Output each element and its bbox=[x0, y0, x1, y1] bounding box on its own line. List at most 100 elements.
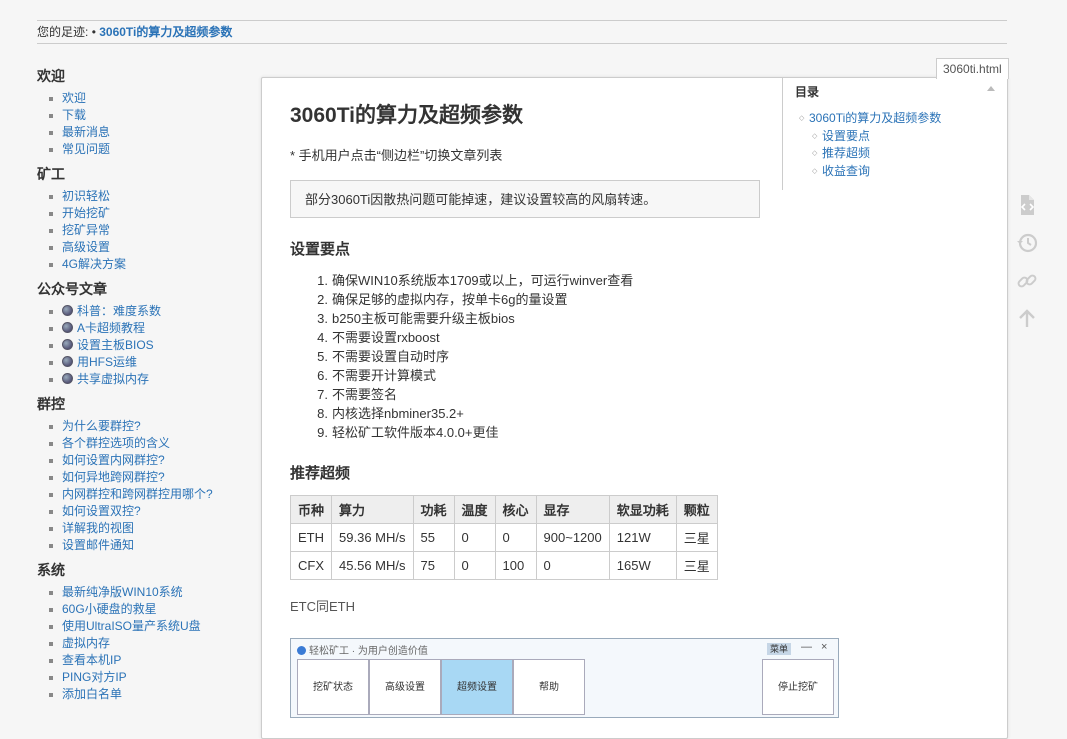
sidebar-item[interactable]: 为什么要群控? bbox=[37, 418, 247, 435]
sidebar-item[interactable]: 4G解决方案 bbox=[37, 256, 247, 273]
toc-item[interactable]: 3060Ti的算力及超频参数 bbox=[799, 110, 941, 128]
sidebar-item[interactable]: 详解我的视图 bbox=[37, 520, 247, 537]
page-title: 3060Ti的算力及超频参数 bbox=[290, 104, 523, 127]
sidebar-link[interactable]: 为什么要群控? bbox=[62, 419, 141, 433]
sidebar-link[interactable]: 如何异地跨网群控? bbox=[62, 470, 165, 484]
table-cell: 三星 bbox=[675, 551, 718, 580]
sidebar-link[interactable]: 各个群控选项的含义 bbox=[62, 436, 170, 450]
breadcrumb-label: 您的足迹: bbox=[37, 25, 89, 39]
sidebar-section: 公众号文章 科普：难度系数 A卡超频教程 设置主板BIOS 用HFS运维 共享虚拟内存 bbox=[37, 281, 247, 388]
section-heading-overclock: 推荐超频 bbox=[290, 465, 351, 482]
sidebar-item[interactable]: 科普：难度系数 bbox=[37, 303, 247, 320]
sidebar-item[interactable]: 共享虚拟内存 bbox=[37, 371, 247, 388]
show-source-icon[interactable] bbox=[1015, 193, 1039, 217]
list-number: 5. bbox=[317, 349, 328, 364]
toc-item[interactable]: 推荐超频 bbox=[812, 145, 941, 163]
sidebar-link[interactable]: 初识轻松 bbox=[62, 189, 110, 203]
sidebar-link[interactable]: 添加白名单 bbox=[62, 687, 122, 701]
app-close-icon: × bbox=[821, 641, 828, 653]
toc-item[interactable]: 设置要点 bbox=[812, 128, 941, 146]
sidebar-link[interactable]: 常见问题 bbox=[62, 142, 110, 156]
settings-list-item: 8. 内核选择nbminer35.2+ bbox=[290, 404, 770, 423]
toc-collapse-icon[interactable] bbox=[987, 86, 995, 91]
table-header-cell: 币种 bbox=[289, 495, 333, 524]
sidebar-link[interactable]: 用HFS运维 bbox=[77, 355, 137, 369]
sidebar-link[interactable]: 设置邮件通知 bbox=[62, 538, 134, 552]
sidebar-item[interactable]: 高级设置 bbox=[37, 239, 247, 256]
toc-link[interactable]: 设置要点 bbox=[822, 129, 870, 143]
settings-list-item: 6. 不需要开计算模式 bbox=[290, 366, 770, 385]
sidebar-item[interactable]: 欢迎 bbox=[37, 90, 247, 107]
overclock-table: 币种 算力 功耗 温度 核心 显存 软显功耗 颗粒 ETH 59.36 MH/s 55 0 0 900~… bbox=[289, 495, 718, 580]
sidebar-item[interactable]: 如何异地跨网群控? bbox=[37, 469, 247, 486]
toc-heading: 目录 bbox=[795, 85, 820, 99]
sidebar-link[interactable]: 设置主板BIOS bbox=[77, 338, 154, 352]
sidebar-item[interactable]: 挖矿异常 bbox=[37, 222, 247, 239]
sidebar-item[interactable]: 添加白名单 bbox=[37, 686, 247, 703]
settings-list-item: 2. 确保足够的虚拟内存，按单卡6g的量设置 bbox=[290, 290, 770, 309]
sidebar-link[interactable]: 最新纯净版WIN10系统 bbox=[62, 585, 183, 599]
sidebar-link[interactable]: 最新消息 bbox=[62, 125, 110, 139]
sidebar-item[interactable]: 使用UltraISO量产系统U盘 bbox=[37, 618, 247, 635]
sidebar-item[interactable]: 60G小硬盘的救星 bbox=[37, 601, 247, 618]
sidebar-link[interactable]: A卡超频教程 bbox=[77, 321, 145, 335]
sidebar-link[interactable]: 查看本机IP bbox=[62, 653, 121, 667]
sidebar-item[interactable]: 设置主板BIOS bbox=[37, 337, 247, 354]
sidebar-item[interactable]: 最新消息 bbox=[37, 124, 247, 141]
article: 3060Ti的算力及超频参数 * 手机用户点击“侧边栏”切换文章列表 部分306… bbox=[289, 96, 770, 615]
sidebar-link[interactable]: 开始挖矿 bbox=[62, 206, 110, 220]
sidebar-item[interactable]: 内网群控和跨网群控用哪个? bbox=[37, 486, 247, 503]
app-tab-help: 帮助 bbox=[513, 659, 585, 715]
sidebar-item[interactable]: 设置邮件通知 bbox=[37, 537, 247, 554]
sidebar-item[interactable]: A卡超频教程 bbox=[37, 320, 247, 337]
app-stop-mining-button: 停止挖矿 bbox=[762, 659, 834, 715]
sidebar-item[interactable]: 初识轻松 bbox=[37, 188, 247, 205]
breadcrumb-current-link[interactable]: 3060Ti的算力及超频参数 bbox=[99, 25, 232, 39]
settings-list: 1. 确保WIN10系统版本1709或以上，可运行winver查看 2. 确保足够的虚… bbox=[290, 271, 770, 442]
sidebar-link[interactable]: 科普：难度系数 bbox=[77, 304, 161, 318]
sidebar-heading: 群控 bbox=[37, 396, 65, 412]
sidebar-link[interactable]: 下载 bbox=[62, 108, 86, 122]
sidebar-item[interactable]: 各个群控选项的含义 bbox=[37, 435, 247, 452]
sidebar-link[interactable]: 挖矿异常 bbox=[62, 223, 110, 237]
sidebar-link[interactable]: 60G小硬盘的救星 bbox=[62, 602, 157, 616]
sidebar-item[interactable]: 常见问题 bbox=[37, 141, 247, 158]
toc-link[interactable]: 推荐超频 bbox=[822, 146, 870, 160]
list-number: 6. bbox=[317, 368, 328, 383]
sidebar-link[interactable]: 如何设置内网群控? bbox=[62, 453, 165, 467]
sidebar-item[interactable]: 用HFS运维 bbox=[37, 354, 247, 371]
sidebar-item[interactable]: PING对方IP bbox=[37, 669, 247, 686]
sidebar-item[interactable]: 开始挖矿 bbox=[37, 205, 247, 222]
sidebar-item[interactable]: 下载 bbox=[37, 107, 247, 124]
toc-item[interactable]: 收益查询 bbox=[812, 163, 941, 181]
sidebar-list: 科普：难度系数 A卡超频教程 设置主板BIOS 用HFS运维 共享虚拟内存 bbox=[37, 303, 247, 388]
sidebar-item[interactable]: 虚拟内存 bbox=[37, 635, 247, 652]
sidebar-link[interactable]: 如何设置双控? bbox=[62, 504, 141, 518]
list-text: 不需要签名 bbox=[332, 387, 398, 402]
sidebar-item[interactable]: 如何设置双控? bbox=[37, 503, 247, 520]
toc-link[interactable]: 3060Ti的算力及超频参数 bbox=[809, 111, 941, 125]
sidebar-link[interactable]: 共享虚拟内存 bbox=[77, 372, 149, 386]
list-number: 3. bbox=[317, 311, 328, 326]
sidebar-list: 初识轻松开始挖矿挖矿异常高级设置 4G解决方案 bbox=[37, 188, 247, 273]
sidebar-link[interactable]: PING对方IP bbox=[62, 670, 127, 684]
toc-link[interactable]: 收益查询 bbox=[822, 164, 870, 178]
back-to-top-icon[interactable] bbox=[1015, 307, 1039, 331]
sidebar-item[interactable]: 最新纯净版WIN10系统 bbox=[37, 584, 247, 601]
backlinks-icon[interactable] bbox=[1015, 269, 1039, 293]
sidebar-link[interactable]: 虚拟内存 bbox=[62, 636, 110, 650]
sidebar-item[interactable]: 查看本机IP bbox=[37, 652, 247, 669]
old-revisions-icon[interactable] bbox=[1015, 231, 1039, 255]
sidebar-link[interactable]: 使用UltraISO量产系统U盘 bbox=[62, 619, 201, 633]
settings-list-item: 5. 不需要设置自动时序 bbox=[290, 347, 770, 366]
sidebar-link[interactable]: 高级设置 bbox=[62, 240, 110, 254]
table-row: CFX 45.56 MH/s 75 0 100 0 165W 三星 bbox=[289, 551, 718, 580]
sidebar-list: 欢迎下载最新消息常见问题 bbox=[37, 90, 247, 158]
globe-icon bbox=[62, 373, 73, 384]
sidebar-link[interactable]: 4G解决方案 bbox=[62, 257, 126, 271]
sidebar-link[interactable]: 欢迎 bbox=[62, 91, 86, 105]
sidebar-link[interactable]: 内网群控和跨网群控用哪个? bbox=[62, 487, 213, 501]
sidebar-link[interactable]: 详解我的视图 bbox=[62, 521, 134, 535]
table-cell: 0 bbox=[494, 523, 537, 552]
sidebar-item[interactable]: 如何设置内网群控? bbox=[37, 452, 247, 469]
